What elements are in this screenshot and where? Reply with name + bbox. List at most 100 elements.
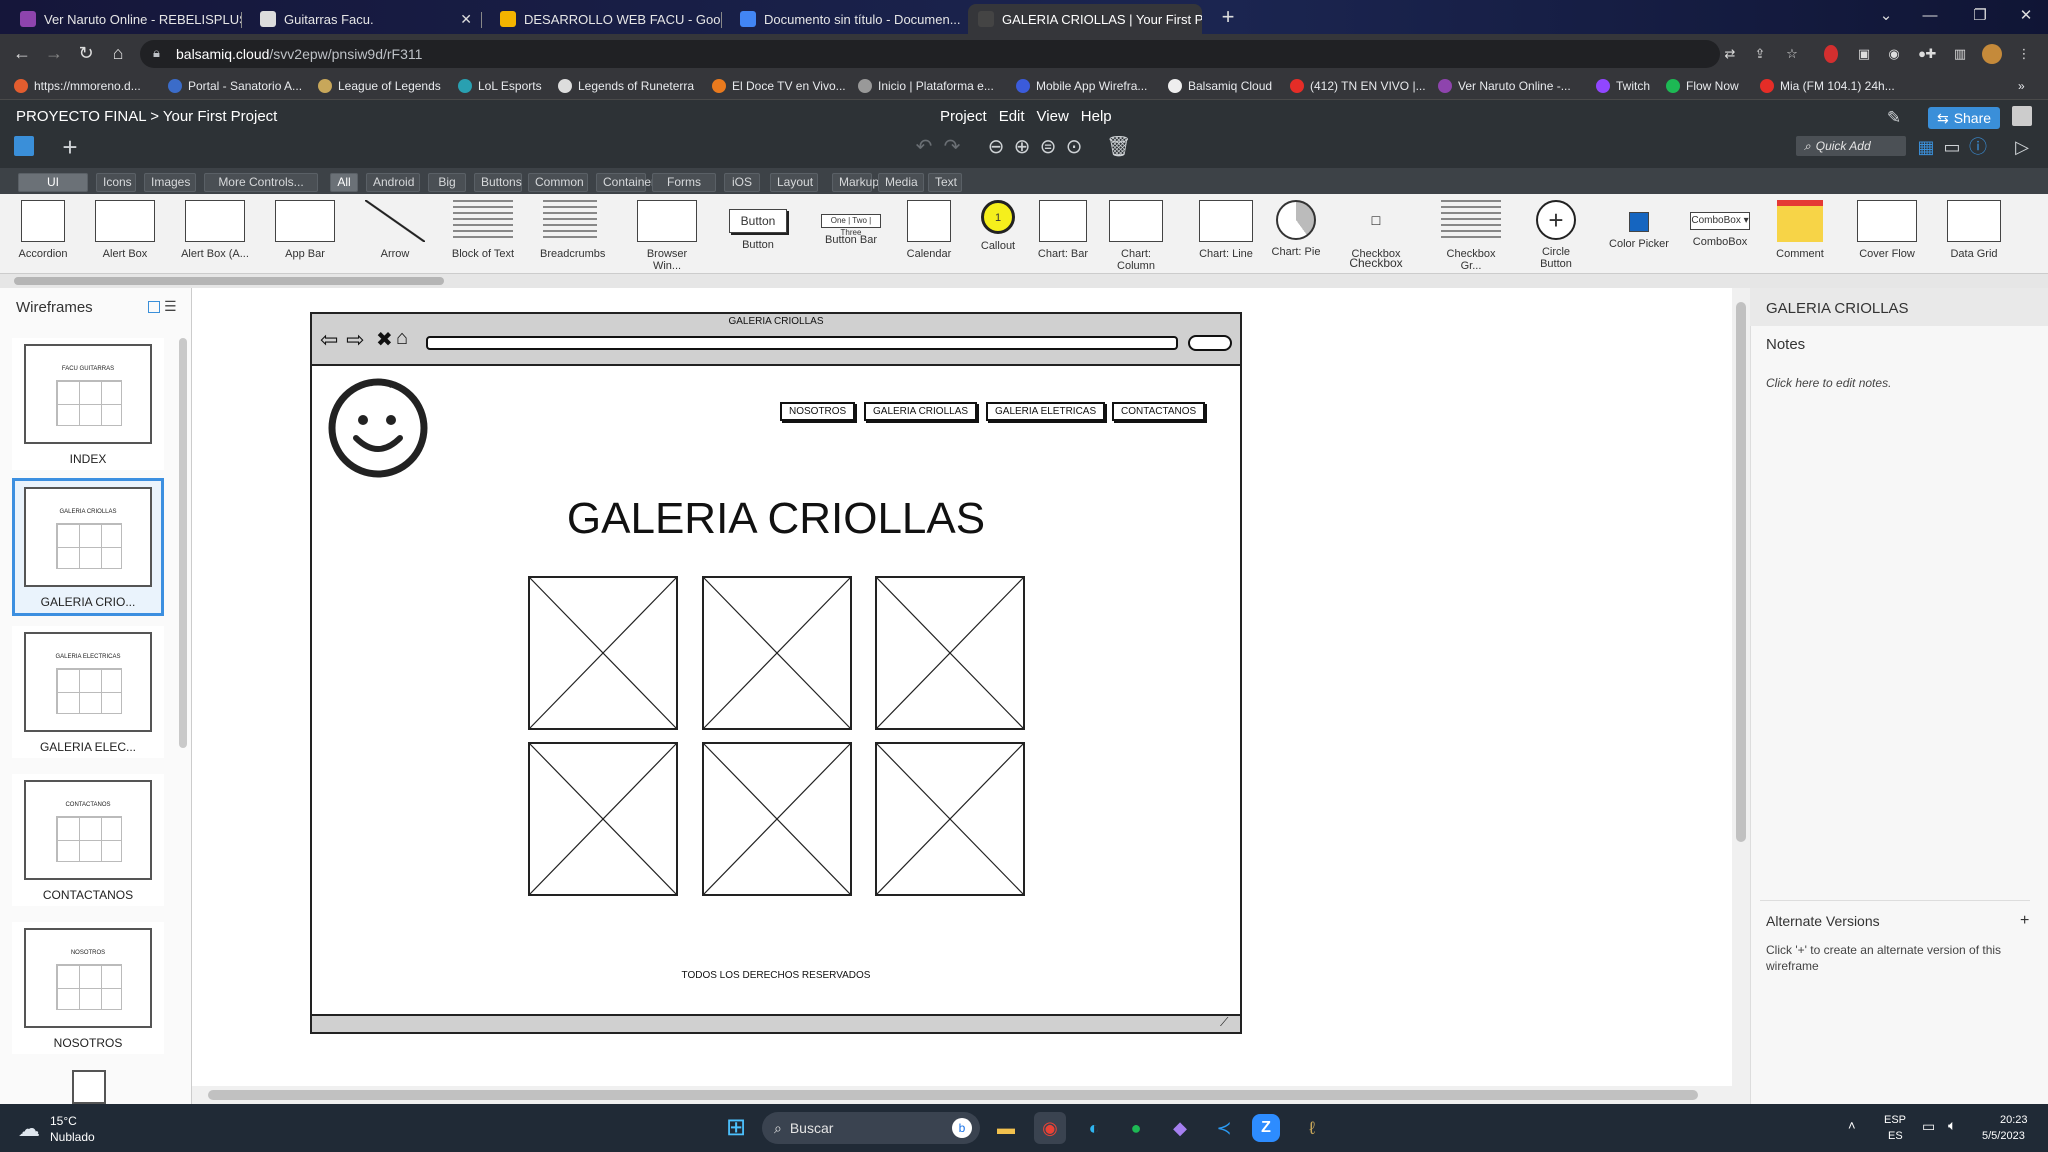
breadcrumb[interactable]: PROYECTO FINAL > Your First Project bbox=[16, 108, 277, 125]
edge-icon[interactable]: ◐ bbox=[1078, 1112, 1110, 1144]
profile-avatar[interactable] bbox=[1982, 44, 2002, 64]
wireframe-item-contactanos[interactable]: CONTACTANOS CONTACTANOS bbox=[12, 774, 164, 906]
wireframe-item-galeria-elec[interactable]: GALERIA ELECTRICAS GALERIA ELEC... bbox=[12, 626, 164, 758]
tab-drive[interactable]: DESARROLLO WEB FACU - Goo...✕ bbox=[490, 4, 722, 34]
translate-icon[interactable]: ⇄ bbox=[1720, 44, 1740, 64]
ui-control-block-of-text[interactable]: Block of Text bbox=[448, 200, 518, 260]
ui-library-icon[interactable]: ▦ bbox=[1914, 135, 1938, 159]
library-filter-buttons[interactable]: Buttons bbox=[474, 173, 522, 192]
menu-view[interactable]: View bbox=[1037, 108, 1069, 125]
menu-edit[interactable]: Edit bbox=[999, 108, 1025, 125]
lang-indicator[interactable]: ESP bbox=[1884, 1114, 1906, 1126]
wireframes-scrollbar[interactable] bbox=[176, 328, 190, 1098]
ui-control-chart-line[interactable]: Chart: Line bbox=[1196, 200, 1256, 260]
ui-control-alert-box-a[interactable]: Alert Box (A... bbox=[180, 200, 250, 260]
ui-control-breadcrumbs[interactable]: Breadcrumbs bbox=[540, 200, 605, 260]
chrome-icon[interactable]: ◉ bbox=[1034, 1112, 1066, 1144]
ui-control-combobox[interactable]: ComboBox ▾ ComboBox bbox=[1684, 200, 1756, 248]
bookmark-item[interactable]: Twitch bbox=[1596, 76, 1650, 96]
list-view-icon[interactable]: ☰ bbox=[164, 298, 177, 315]
home-icon[interactable]: ⌂ bbox=[106, 42, 130, 64]
library-filter-icons[interactable]: Icons bbox=[96, 173, 136, 192]
library-filter-layout[interactable]: Layout bbox=[770, 173, 818, 192]
wireframe-item-index[interactable]: FACU GUITARRAS INDEX bbox=[12, 338, 164, 470]
side-panel-icon[interactable]: ▥ bbox=[1950, 44, 1970, 64]
ui-control-arrow[interactable]: Arrow bbox=[360, 200, 430, 260]
volume-icon[interactable]: 🔈︎ bbox=[1948, 1117, 1956, 1134]
ui-control-chart-column[interactable]: Chart: Column bbox=[1106, 200, 1166, 272]
zoom-out-icon[interactable]: ⊖ bbox=[984, 135, 1008, 159]
extension-red-icon[interactable] bbox=[1824, 45, 1838, 63]
ui-control-comment[interactable]: Comment bbox=[1774, 200, 1826, 260]
bookmark-item[interactable]: Flow Now bbox=[1666, 76, 1739, 96]
wireframe-item-nosotros[interactable]: NOSOTROS NOSOTROS bbox=[12, 922, 164, 1054]
restore-icon[interactable]: ❐ bbox=[1958, 0, 2002, 30]
taskbar-search[interactable]: ⌕ Buscar b bbox=[762, 1112, 980, 1144]
reload-icon[interactable]: ↻ bbox=[74, 42, 98, 64]
library-filter-text[interactable]: Text bbox=[928, 173, 962, 192]
share-button[interactable]: ⇆ Share bbox=[1928, 107, 2000, 129]
bookmark-star-icon[interactable]: ☆ bbox=[1782, 44, 1802, 64]
ui-control-data-grid[interactable]: Data Grid bbox=[1944, 200, 2004, 260]
tray-overflow-icon[interactable]: ˄ bbox=[1848, 1118, 1856, 1133]
ui-control-checkbox-gr[interactable]: Checkbox Gr... bbox=[1436, 200, 1506, 272]
user-avatar[interactable] bbox=[2012, 106, 2032, 126]
add-wireframe-icon[interactable]: + bbox=[58, 134, 82, 160]
ui-control-browser-win[interactable]: Browser Win... bbox=[634, 200, 700, 272]
bookmarks-overflow-icon[interactable]: » bbox=[2018, 76, 2025, 96]
ui-control-checkbox[interactable]: ☐ Checkbox Checkbox bbox=[1342, 200, 1410, 270]
menu-project[interactable]: Project bbox=[940, 108, 987, 125]
minimize-icon[interactable]: — bbox=[1908, 0, 1952, 30]
library-filter-all[interactable]: All bbox=[330, 173, 358, 192]
ui-control-color-picker[interactable]: Color Picker bbox=[1606, 200, 1672, 250]
ui-control-accordion[interactable]: Accordion bbox=[18, 200, 68, 260]
file-explorer-icon[interactable]: ▬ bbox=[990, 1112, 1022, 1144]
close-icon[interactable]: ✕ bbox=[460, 11, 472, 28]
share-page-icon[interactable]: ⇪ bbox=[1750, 44, 1770, 64]
ui-control-button[interactable]: Button Button bbox=[726, 200, 790, 251]
trash-icon[interactable]: 🗑︎ bbox=[1106, 135, 1131, 159]
bookmark-item[interactable]: El Doce TV en Vivo... bbox=[712, 76, 846, 96]
zoom-app-icon[interactable]: Z bbox=[1252, 1114, 1280, 1142]
visual-studio-icon[interactable]: ◆ bbox=[1164, 1112, 1196, 1144]
ui-control-cover-flow[interactable]: Cover Flow bbox=[1850, 200, 1924, 260]
chrome-menu-icon[interactable]: ⋮ bbox=[2014, 44, 2034, 64]
library-filter-markup[interactable]: Markup bbox=[832, 173, 879, 192]
library-filter-images[interactable]: Images bbox=[144, 173, 196, 192]
ui-control-callout[interactable]: 1 Callout bbox=[976, 200, 1020, 252]
add-alternate-icon[interactable]: + bbox=[2020, 912, 2029, 930]
library-filter-big[interactable]: Big bbox=[428, 173, 466, 192]
library-filter-media[interactable]: Media bbox=[878, 173, 924, 192]
tab-search-icon[interactable]: ⌄ bbox=[1864, 0, 1908, 30]
tab-docs[interactable]: Documento sin título - Documen...✕ bbox=[730, 4, 962, 34]
clock-time[interactable]: 20:23 bbox=[2000, 1114, 2028, 1126]
library-filter-containers[interactable]: Containers bbox=[596, 173, 661, 192]
undo-icon[interactable]: ↶ bbox=[912, 135, 936, 159]
library-filter-ios[interactable]: iOS bbox=[724, 173, 760, 192]
library-filter-ui-controls[interactable]: UI Controls bbox=[18, 173, 88, 206]
back-icon[interactable]: ← bbox=[10, 42, 34, 64]
league-client-icon[interactable]: ℓ bbox=[1296, 1112, 1328, 1144]
ui-control-circle-button[interactable]: + Circle Button bbox=[1526, 200, 1586, 270]
ui-control-alert-box[interactable]: Alert Box bbox=[90, 200, 160, 260]
redo-icon[interactable]: ↷ bbox=[940, 135, 964, 159]
ui-control-calendar[interactable]: Calendar bbox=[904, 200, 954, 260]
wireframes-panel-icon[interactable] bbox=[14, 136, 34, 156]
network-icon[interactable]: ▭ bbox=[1922, 1118, 1935, 1135]
zoom-in-icon[interactable]: ⊕ bbox=[1010, 135, 1034, 159]
extension-icon[interactable]: ▣ bbox=[1854, 44, 1874, 64]
url-input[interactable]: 🔒︎ balsamiq.cloud/svv2epw/pnsiw9d/rF311 bbox=[140, 40, 1720, 68]
library-filter-android[interactable]: Android bbox=[366, 173, 420, 192]
bookmark-item[interactable]: https://mmoreno.d... bbox=[14, 76, 141, 96]
pen-icon[interactable]: ✎ bbox=[1882, 106, 1906, 130]
bookmark-item[interactable]: Ver Naruto Online -... bbox=[1438, 76, 1571, 96]
library-filter-forms[interactable]: Forms bbox=[652, 173, 716, 192]
library-filter-common[interactable]: Common bbox=[528, 173, 588, 192]
comments-icon[interactable]: ▭ bbox=[1940, 135, 1964, 159]
mockup-browser-window[interactable]: GALERIA CRIOLLAS ⇦ ⇨ ✖ ⌂ NOSOTROS GALERI… bbox=[310, 312, 1242, 1034]
forward-icon[interactable]: → bbox=[42, 42, 66, 64]
zoom-fit-icon[interactable]: ⊜ bbox=[1036, 135, 1060, 159]
notes-field[interactable]: Click here to edit notes. bbox=[1766, 376, 1891, 390]
spotify-icon[interactable]: ● bbox=[1120, 1112, 1152, 1144]
tab-naruto[interactable]: Ver Naruto Online - REBELISPLUS✕ bbox=[10, 4, 242, 34]
